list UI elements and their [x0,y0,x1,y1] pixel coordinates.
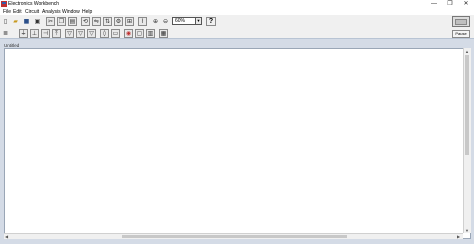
pause-button[interactable]: Pause [452,30,470,38]
logic-gates-bin-icon[interactable]: ◊ [100,29,109,38]
vertical-scroll-thumb[interactable] [465,55,469,155]
power-switch[interactable] [452,16,470,27]
scroll-up-icon[interactable]: ▲ [465,49,469,54]
transistors-bin-icon[interactable]: ⤒ [52,29,61,38]
minimize-button[interactable]: — [427,0,441,8]
horizontal-scroll-thumb[interactable] [122,235,347,238]
copy-icon[interactable]: ❐ [57,17,66,26]
instruments-bin-icon[interactable]: ▦ [159,29,168,38]
digital-bin-icon[interactable]: ▭ [111,29,120,38]
print-icon[interactable]: ▣ [33,17,42,26]
window-title: Electronics Workbench [8,1,60,7]
rotate-icon[interactable]: ⟲ [81,17,90,26]
save-icon[interactable]: ■ [22,17,31,26]
analog-ics-bin-icon[interactable]: ▽ [65,29,74,38]
scroll-right-icon[interactable]: ▶ [457,234,460,239]
indicators-bin-icon[interactable]: ◉ [124,29,133,38]
create-subcircuit-icon[interactable]: ⊞ [125,17,134,26]
miscellaneous-bin-icon[interactable]: ▥ [146,29,155,38]
mixed-ics-bin-icon[interactable]: ▽ [76,29,85,38]
cut-icon[interactable]: ✂ [46,17,55,26]
help-button[interactable]: ? [206,17,216,26]
chevron-down-icon[interactable]: ▼ [195,18,201,24]
favorites-bin-icon[interactable]: ≣ [1,29,10,38]
zoom-select[interactable]: 60% ▼ [172,17,202,25]
app-icon [1,1,7,7]
zoom-in-icon[interactable]: ⊕ [151,17,160,26]
flip-vertical-icon[interactable]: ⇅ [103,17,112,26]
scroll-down-icon[interactable]: ▼ [465,228,469,233]
component-properties-icon[interactable]: ⚙ [114,17,123,26]
new-file-icon[interactable]: ▯ [1,17,10,26]
circuit-canvas[interactable] [4,48,471,239]
sources-bin-icon[interactable]: ⏚ [19,29,28,38]
title-bar: Electronics Workbench — ❐ ✕ [0,0,474,8]
maximize-button[interactable]: ❐ [443,0,457,8]
diodes-bin-icon[interactable]: ⊣ [41,29,50,38]
menu-bar: File Edit Circuit Analysis Window Help [0,8,474,15]
open-folder-icon[interactable]: ▰ [11,17,20,26]
digital-ics-bin-icon[interactable]: ▽ [87,29,96,38]
zoom-value: 60% [175,18,186,24]
power-switch-knob [455,19,467,25]
close-button[interactable]: ✕ [459,0,473,8]
scroll-left-icon[interactable]: ◀ [5,234,8,239]
controls-bin-icon[interactable]: ▢ [135,29,144,38]
graph-icon[interactable]: ⌇ [138,17,147,26]
flip-horizontal-icon[interactable]: ⇋ [92,17,101,26]
basic-bin-icon[interactable]: ⊥ [30,29,39,38]
paste-icon[interactable]: ▤ [68,17,77,26]
zoom-out-icon[interactable]: ⊖ [161,17,170,26]
